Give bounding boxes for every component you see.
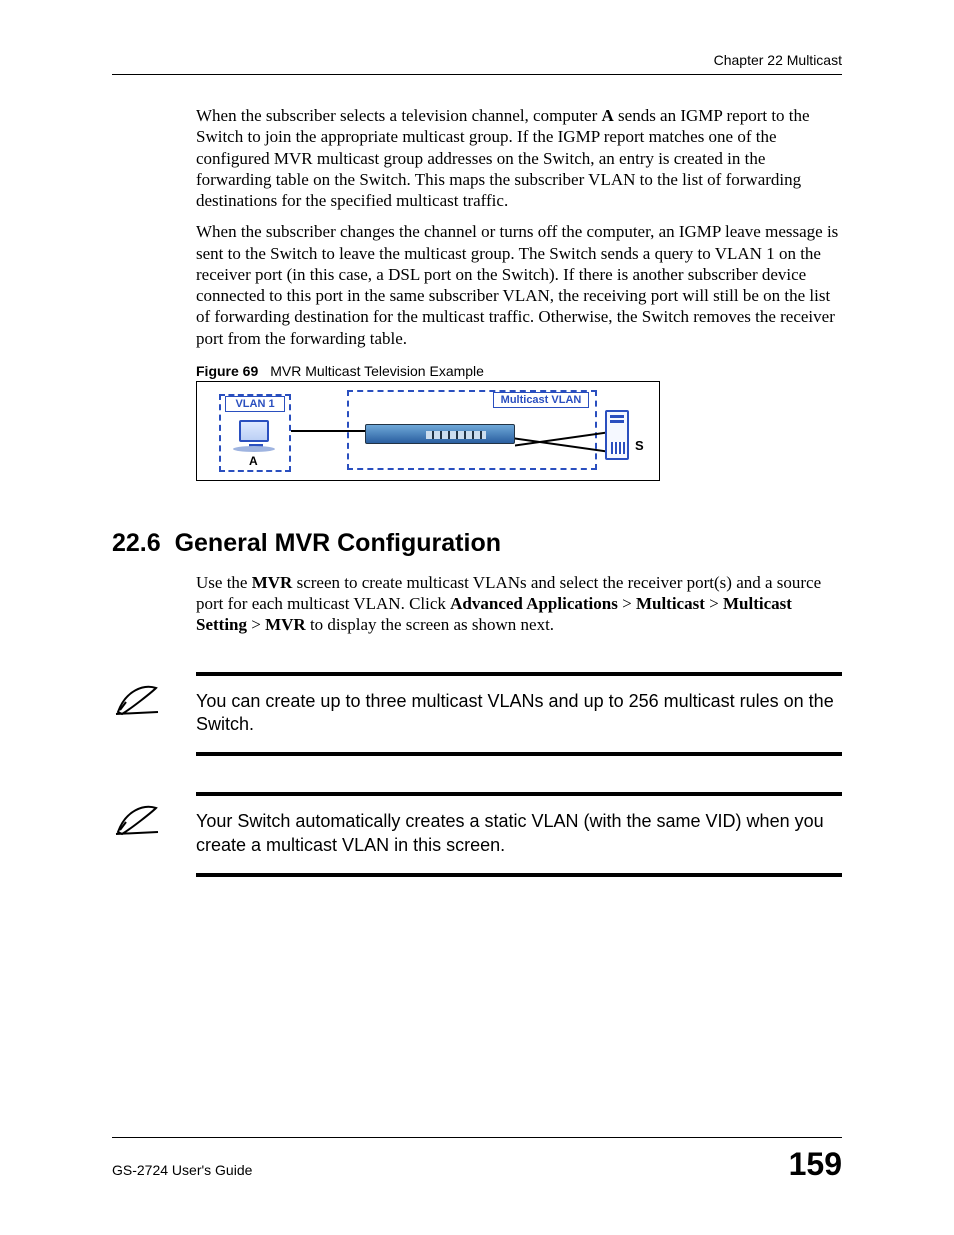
computer-a-label: A <box>249 454 258 468</box>
footer-page-number: 159 <box>789 1146 842 1183</box>
server-s-label: S <box>635 438 644 453</box>
note-2-text: Your Switch automatically creates a stat… <box>196 792 842 877</box>
multicast-vlan-label: Multicast VLAN <box>493 392 589 408</box>
section-heading: 22.6 General MVR Configuration <box>112 529 842 558</box>
note-block-2: Your Switch automatically creates a stat… <box>112 792 842 877</box>
intro-gt3: > <box>247 615 265 634</box>
section-intro: Use the MVR screen to create multicast V… <box>196 572 842 636</box>
intro-b2: Advanced Applications <box>450 594 618 613</box>
page-header: Chapter 22 Multicast <box>112 52 842 75</box>
figure-title: MVR Multicast Television Example <box>270 363 484 379</box>
chapter-label: Chapter 22 Multicast <box>714 52 842 68</box>
figure-caption: Figure 69 MVR Multicast Television Exampl… <box>196 363 842 379</box>
para1-bold-a: A <box>602 106 614 125</box>
footer-guide: GS-2724 User's Guide <box>112 1162 252 1178</box>
computer-base <box>233 446 275 452</box>
section-title: General MVR Configuration <box>175 529 501 557</box>
intro-b3: Multicast <box>636 594 705 613</box>
intro-gt1: > <box>618 594 636 613</box>
figure-number: Figure 69 <box>196 363 258 379</box>
note-icon <box>112 682 162 720</box>
paragraph-1: When the subscriber selects a television… <box>196 105 842 211</box>
link-line-left <box>291 430 365 432</box>
note-icon <box>112 802 162 840</box>
intro-b1: MVR <box>252 573 293 592</box>
page-footer: GS-2724 User's Guide 159 <box>112 1137 842 1183</box>
note-block-1: You can create up to three multicast VLA… <box>112 672 842 757</box>
body-column: When the subscriber selects a television… <box>196 105 842 481</box>
intro-pre: Use the <box>196 573 252 592</box>
figure-diagram: VLAN 1 A Multicast VLAN S <box>196 381 660 481</box>
note-1-text: You can create up to three multicast VLA… <box>196 672 842 757</box>
section-number: 22.6 <box>112 529 161 557</box>
computer-icon <box>239 420 269 442</box>
intro-gt2: > <box>705 594 723 613</box>
switch-icon <box>365 424 515 444</box>
server-icon <box>605 410 629 460</box>
para1-pre: When the subscriber selects a television… <box>196 106 602 125</box>
vlan1-label: VLAN 1 <box>225 396 285 412</box>
intro-b5: MVR <box>265 615 306 634</box>
paragraph-2: When the subscriber changes the channel … <box>196 221 842 349</box>
intro-post: to display the screen as shown next. <box>306 615 554 634</box>
section-intro-wrap: Use the MVR screen to create multicast V… <box>196 572 842 636</box>
